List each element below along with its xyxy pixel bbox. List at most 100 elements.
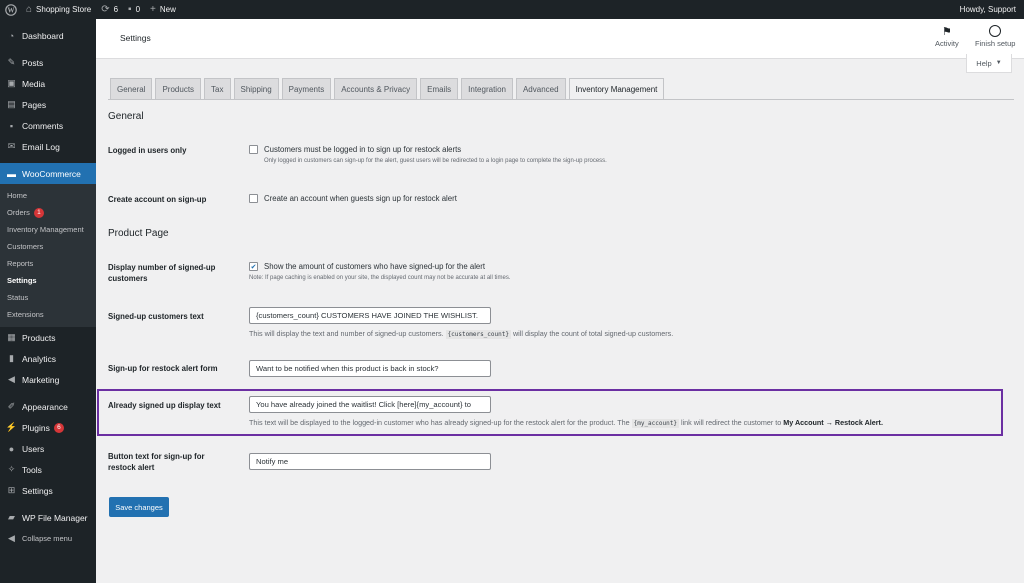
tab-label: General [117,84,146,94]
already-signed-input[interactable]: You have already joined the waitlist! Cl… [249,396,491,413]
restock-alert-path: My Account → Restock Alert. [783,418,883,427]
tab-tax[interactable]: Tax [204,78,231,99]
dashboard-icon: ◔ [8,30,15,41]
display-number-checkbox-row[interactable]: ✔ Show the amount of customers who have … [249,262,511,271]
comments-link[interactable]: ▪ 0 [123,0,145,19]
sidebar-item-marketing[interactable]: ◀ Marketing [0,369,96,390]
tab-label: Advanced [522,84,559,94]
comment-icon: ▪ [128,4,132,15]
tabs-divider [108,99,1014,100]
sidebar-item-media[interactable]: ▣ Media [0,73,96,94]
sidebar-item-label: Settings [22,485,53,496]
submenu-item-label: Reports [7,259,34,268]
collapse-menu-button[interactable]: ◀ Collapse menu [0,528,96,549]
sidebar-item-label: Appearance [22,401,68,412]
sidebar-item-label: Users [22,443,45,454]
sidebar-item-dashboard[interactable]: ◔ Dashboard [0,25,96,46]
admin-bar: W ⌂ Shopping Store ⟳ 6 ▪ 0 + New Howdy, … [0,0,1024,19]
sidebar-item-email-log[interactable]: ✉ Email Log [0,136,96,157]
activity-label: Activity [935,39,959,48]
submenu-item-home[interactable]: Home [0,187,96,204]
submenu-item-customers[interactable]: Customers [0,238,96,255]
email-icon: ✉ [7,141,16,151]
tab-label: Integration [468,84,506,94]
tab-label: Products [162,84,195,94]
site-name-label: Shopping Store [36,5,92,14]
sidebar-item-comments[interactable]: ▪ Comments [0,115,96,136]
wordpress-logo-icon[interactable]: W [0,0,21,19]
sidebar-item-label: Marketing [22,374,60,385]
display-number-description: Note: If page caching is enabled on your… [249,275,511,281]
display-number-checkbox-label: Show the amount of customers who have si… [264,262,486,271]
tab-advanced[interactable]: Advanced [515,78,566,99]
sidebar-item-plugins[interactable]: ⚡ Plugins 6 [0,417,96,438]
logged-in-users-checkbox[interactable] [249,145,258,154]
sidebar-item-wp-file-manager[interactable]: ▰ WP File Manager [0,507,96,528]
submenu-item-orders[interactable]: Orders 1 [0,204,96,221]
tab-general[interactable]: General [110,78,153,99]
sidebar-item-label: WP File Manager [22,512,88,523]
sidebar-item-users[interactable]: ● Users [0,438,96,459]
sidebar-item-analytics[interactable]: ▮ Analytics [0,348,96,369]
sidebar-item-pages[interactable]: ▤ Pages [0,94,96,115]
logged-in-users-description: Only logged in customers can sign-up for… [264,158,607,164]
tab-payments[interactable]: Payments [281,78,332,99]
updates-link[interactable]: ⟳ 6 [96,0,123,19]
button-text-label: Button text for sign-up for restock aler… [108,452,205,472]
button-text-input[interactable]: Notify me [249,453,491,470]
tab-label: Tax [211,84,224,94]
help-tab-button[interactable]: Help ▼ [966,54,1012,73]
signup-form-input[interactable]: Want to be notified when this product is… [249,360,491,377]
settings-icon: ⊞ [7,485,16,495]
submenu-item-label: Status [7,293,29,302]
sidebar-item-appearance[interactable]: ✐ Appearance [0,396,96,417]
save-changes-label: Save changes [115,502,163,512]
signed-up-desc-post: will display the count of total signed-u… [512,329,674,338]
site-name-link[interactable]: ⌂ Shopping Store [21,0,96,19]
tab-label: Payments [288,84,325,94]
plus-icon: + [150,4,156,15]
submenu-item-label: Customers [7,242,44,251]
updates-icon: ⟳ [101,4,110,15]
already-signed-description: This text will be displayed to the logge… [249,418,883,428]
submenu-item-status[interactable]: Status [0,289,96,306]
submenu-item-reports[interactable]: Reports [0,255,96,272]
tab-label: Emails [427,84,452,94]
finish-setup-button[interactable]: Finish setup [975,23,1015,48]
tab-products[interactable]: Products [155,78,202,99]
customers-count-placeholder: {customers_count} [445,330,511,339]
flag-icon: ⚑ [941,25,952,38]
tab-emails[interactable]: Emails [420,78,459,99]
save-changes-button[interactable]: Save changes [109,497,169,517]
sidebar-item-settings[interactable]: ⊞ Settings [0,480,96,501]
create-account-checkbox[interactable] [249,194,258,203]
tab-shipping[interactable]: Shipping [233,78,279,99]
page-header: Settings ⚑ Activity Finish setup [96,19,1024,59]
howdy-label: Howdy, Support [959,5,1016,14]
tab-label: Shipping [240,84,272,94]
tab-accounts-privacy[interactable]: Accounts & Privacy [334,78,418,99]
submenu-item-inventory-management[interactable]: Inventory Management [0,221,96,238]
new-content-link[interactable]: + New [145,0,181,19]
products-icon: ▦ [7,332,16,342]
woocommerce-icon: ▬ [7,168,16,179]
submenu-item-settings[interactable]: Settings [0,272,96,289]
sidebar-item-posts[interactable]: ✎ Posts [0,52,96,73]
sidebar-item-products[interactable]: ▦ Products [0,327,96,348]
display-number-checkbox[interactable]: ✔ [249,262,258,271]
submenu-item-extensions[interactable]: Extensions [0,306,96,323]
sidebar-item-label: Plugins [22,422,50,433]
create-account-field: Create an account when guests sign up fo… [249,194,457,203]
logged-in-users-checkbox-row[interactable]: Customers must be logged in to sign up f… [249,145,607,154]
activity-button[interactable]: ⚑ Activity [935,23,959,49]
sidebar-item-tools[interactable]: ✧ Tools [0,459,96,480]
sidebar-item-woocommerce[interactable]: ▬ WooCommerce [0,163,96,184]
new-label: New [159,5,176,14]
checkmark-icon: ✔ [250,263,257,271]
sidebar-item-label: Dashboard [22,30,64,41]
my-account-link[interactable]: Howdy, Support [955,0,1024,19]
create-account-checkbox-row[interactable]: Create an account when guests sign up fo… [249,194,457,203]
tab-integration[interactable]: Integration [461,78,513,99]
signed-up-text-input[interactable]: {customers_count} CUSTOMERS HAVE JOINED … [249,307,491,324]
tab-inventory-management[interactable]: Inventory Management [568,78,665,100]
